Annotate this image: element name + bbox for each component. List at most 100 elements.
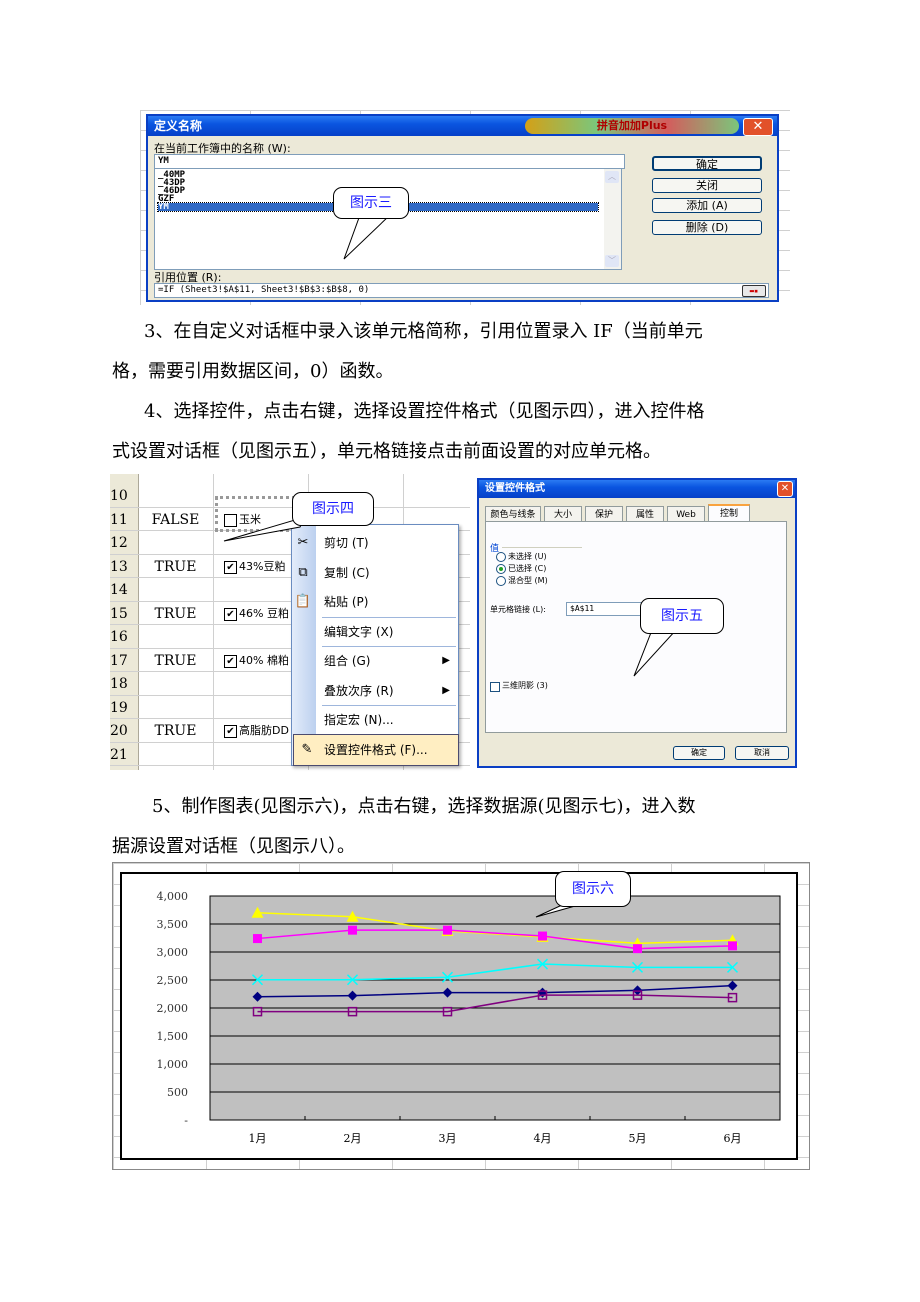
cell-link-label: 单元格链接 (L): (490, 605, 546, 614)
close-icon: ✕ (780, 483, 790, 494)
series-magenta-point (253, 934, 262, 944)
x-tick-label: 3月 (439, 1132, 457, 1145)
context-menu-item-label: 指定宏 (N)... (324, 713, 394, 727)
row-header[interactable]: 13 (110, 559, 138, 576)
tab-0[interactable]: 颜色与线条 (485, 506, 541, 522)
y-tick-label: 3,500 (157, 918, 189, 931)
series-magenta-point (728, 941, 737, 951)
delete-button[interactable]: 删除 (D) (652, 220, 762, 235)
context-menu-item[interactable]: 设置控件格式 (F)... ✎ (293, 733, 459, 766)
x-tick-label: 1月 (249, 1132, 267, 1145)
row-header[interactable]: 14 (110, 582, 138, 599)
x-tick-label: 6月 (724, 1132, 742, 1145)
x-tick-label: 5月 (629, 1132, 647, 1145)
paragraph-step3-line1: 3、在自定义对话框中录入该单元格简称，引用位置录入 IF（当前单元 (144, 321, 703, 342)
context-menu-item[interactable]: 指定宏 (N)... (316, 705, 458, 735)
row-header[interactable]: 11 (110, 512, 138, 529)
cell-link-input[interactable]: $A$11 (566, 602, 651, 616)
format-control-titlebar[interactable]: 设置控件格式 (479, 480, 795, 498)
radio-label: 混合型 (M) (508, 576, 548, 585)
close-button[interactable]: ✕ (743, 118, 773, 136)
row-header[interactable]: 18 (110, 676, 138, 693)
checkbox-control[interactable]: ✔ (224, 725, 237, 738)
checkbox-label: 40% 棉粕 (239, 653, 289, 667)
scroll-up-icon[interactable]: ︿ (605, 171, 619, 183)
checkbox-label: 43%豆粕 (239, 559, 286, 573)
row-header[interactable]: 20 (110, 723, 138, 740)
row-header[interactable]: 16 (110, 629, 138, 646)
row-header[interactable]: 21 (110, 747, 138, 764)
context-menu-item[interactable]: 组合 (G) ▶ (316, 646, 458, 676)
context-menu-item[interactable]: 编辑文字 (X) (316, 617, 458, 647)
shading-label: 三维阴影 (3) (502, 681, 548, 690)
y-tick-label: 3,000 (157, 946, 189, 959)
format-control-close-button[interactable]: ✕ (777, 481, 793, 497)
row-header[interactable]: 10 (110, 488, 138, 505)
context-menu-item-label: 剪切 (T) (324, 536, 369, 550)
checkbox-control[interactable]: ✔ (224, 654, 237, 668)
names-list-scrollbar[interactable]: ︿ ﹀ (604, 169, 621, 269)
context-menu-item[interactable]: 剪切 (T) ✂ (298, 528, 458, 558)
scroll-down-icon[interactable]: ﹀ (605, 255, 619, 267)
shading-checkbox[interactable] (490, 682, 500, 692)
paragraph-step3-line2: 格，需要引用数据区间，0）函数。 (112, 361, 394, 382)
radio-button[interactable] (496, 552, 506, 562)
close-dialog-button[interactable]: 关闭 (652, 178, 762, 193)
tab-4[interactable]: Web (667, 506, 705, 522)
radio-label: 已选择 (C) (508, 564, 547, 573)
dialog-title: 定义名称 (154, 119, 203, 133)
checkbox-control[interactable]: ✔ (224, 607, 237, 621)
cell-boolean[interactable]: TRUE (138, 722, 213, 740)
series-magenta-point (348, 925, 357, 935)
format-ok-button[interactable]: 确定 (673, 746, 725, 760)
name-input[interactable]: YM (154, 154, 625, 169)
cell-boolean[interactable]: TRUE (138, 605, 213, 623)
cell-boolean[interactable]: FALSE (138, 511, 213, 529)
row-header[interactable]: 19 (110, 700, 138, 717)
radio-button[interactable] (496, 564, 506, 574)
names-list-item[interactable]: _43DP (158, 179, 598, 188)
paste-icon: 📋 (294, 594, 312, 609)
callout-figure4: 图示四 (292, 492, 374, 526)
y-tick-label: 4,000 (157, 890, 189, 903)
paragraph-step4-line1: 4、选择控件，点击右键，选择设置控件格式（见图示四），进入控件格 (144, 401, 705, 422)
cell-boolean[interactable]: TRUE (138, 652, 213, 670)
ime-logo-text: 拼音加加Plus (596, 119, 668, 132)
row-header[interactable]: 12 (110, 535, 138, 552)
x-tick-label: 4月 (534, 1132, 552, 1145)
series-magenta-point (633, 944, 642, 954)
context-menu-item[interactable]: 复制 (C) ⧉ (298, 558, 458, 588)
radio-button[interactable] (496, 576, 506, 586)
names-list-item[interactable]: _40MP (158, 171, 598, 180)
paragraph-step5-line1: 5、制作图表(见图示六)，点击右键，选择数据源(见图示七)，进入数 (152, 796, 696, 817)
y-tick-label: - (184, 1114, 188, 1127)
callout-figure3: 图示三 (333, 187, 409, 219)
format-cancel-button[interactable]: 取消 (735, 746, 789, 760)
format-control-title: 设置控件格式 (485, 483, 545, 494)
tab-2[interactable]: 保护 (585, 506, 623, 522)
y-tick-label: 1,000 (157, 1058, 189, 1071)
checkbox-label: 高脂肪DD (239, 724, 289, 737)
cell-boolean[interactable]: TRUE (138, 558, 213, 576)
context-menu-item[interactable]: 粘贴 (P) 📋 (295, 587, 458, 617)
add-button[interactable]: 添加 (A) (652, 198, 762, 213)
y-tick-label: 2,500 (157, 974, 189, 987)
y-tick-label: 1,500 (157, 1030, 189, 1043)
context-menu-item-label: 编辑文字 (X) (324, 624, 394, 639)
tab-5[interactable]: 控制 (708, 504, 750, 522)
submenu-arrow-icon: ▶ (442, 684, 450, 696)
series-magenta-point (443, 925, 452, 935)
callout-figure5: 图示五 (640, 598, 724, 634)
range-select-icon[interactable]: ▬▪ (742, 285, 766, 297)
format-control-icon: ✎ (301, 741, 313, 757)
row-header[interactable]: 17 (110, 653, 138, 670)
row-header[interactable]: 15 (110, 606, 138, 623)
tab-1[interactable]: 大小 (544, 506, 582, 522)
context-menu-item-label: 组合 (G) (324, 654, 371, 668)
context-menu-item[interactable]: 叠放次序 (R) ▶ (316, 676, 458, 706)
refers-to-input[interactable]: =IF (Sheet3!$A$11, Sheet3!$B$3:$B$8, 0) … (154, 283, 769, 298)
radio-label: 未选择 (U) (508, 552, 547, 561)
checkbox-control[interactable]: ✔ (224, 560, 237, 574)
tab-3[interactable]: 属性 (626, 506, 664, 522)
ok-button[interactable]: 确定 (652, 156, 762, 171)
